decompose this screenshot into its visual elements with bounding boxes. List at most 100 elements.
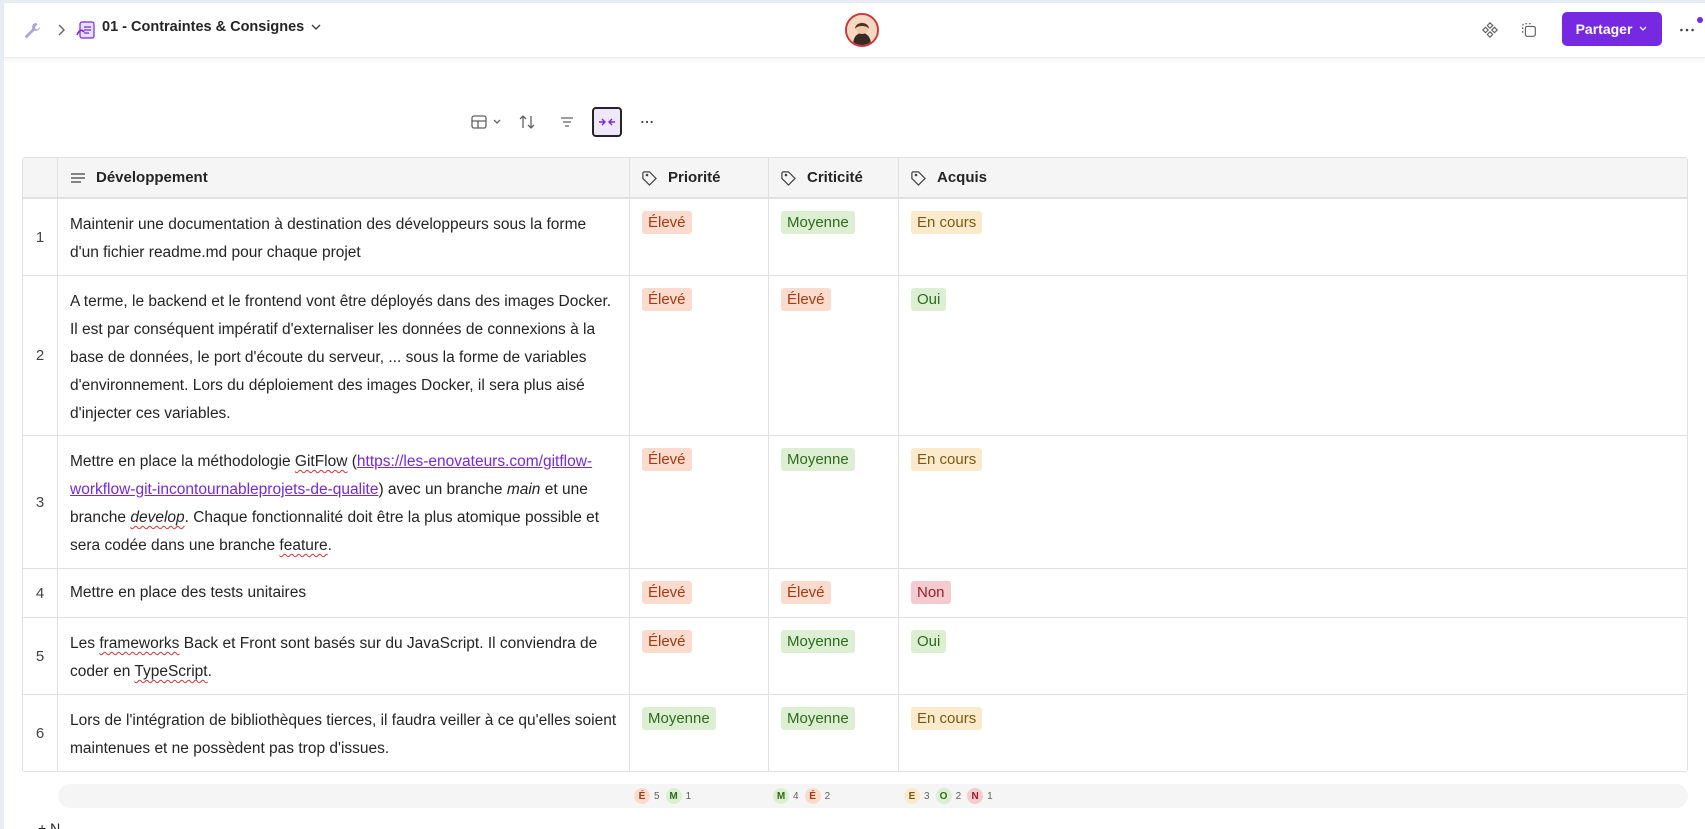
priority-tag: Élevé [642, 448, 692, 471]
criticality-tag: Élevé [781, 288, 831, 311]
summary-item: É 2 [804, 788, 831, 804]
table-row[interactable]: 3 Mettre en place la méthodologie GitFlo… [23, 436, 1687, 569]
chevron-down-icon [1639, 26, 1647, 31]
priority-cell[interactable]: Élevé [630, 569, 769, 617]
priority-tag: Moyenne [642, 707, 716, 730]
table-row[interactable]: 5 Les frameworks Back et Front sont basé… [23, 618, 1687, 695]
page-title-dropdown[interactable]: 01 - Contraintes & Consignes [102, 19, 322, 35]
priority-cell[interactable]: Élevé [630, 276, 769, 435]
chevron-down-icon [311, 24, 321, 30]
compact-rows-button[interactable] [592, 107, 622, 137]
add-row-label: + N [38, 820, 61, 829]
table-more-button[interactable] [632, 107, 662, 137]
row-index: 4 [23, 569, 58, 617]
spell-flagged-word: GitFlow [294, 453, 348, 470]
top-header: 01 - Contraintes & Consignes Partager [4, 3, 1705, 58]
cell-text: A terme, le backend et le frontend vont … [70, 293, 612, 422]
priority-cell[interactable]: Moyenne [630, 695, 769, 771]
acquired-cell[interactable]: En cours [899, 199, 1687, 275]
summary-count: 1 [685, 790, 692, 802]
summary-item: M 1 [665, 788, 692, 804]
acquired-summary: E 3 O 2 N 1 [904, 788, 993, 804]
copy-icon[interactable] [1516, 17, 1542, 43]
summary-item: E 3 [904, 788, 930, 804]
summary-badge: É [634, 788, 650, 804]
column-header-development[interactable]: Développement [58, 158, 630, 197]
share-button[interactable]: Partager [1562, 12, 1662, 46]
filter-icon [561, 117, 573, 127]
acquired-tag: Non [911, 581, 951, 604]
column-header-priority[interactable]: Priorité [630, 158, 769, 197]
column-header-criticality[interactable]: Criticité [769, 158, 899, 197]
development-cell[interactable]: A terme, le backend et le frontend vont … [58, 276, 630, 435]
acquired-cell[interactable]: En cours [899, 695, 1687, 771]
summary-badge: M [773, 788, 789, 804]
wrench-icon[interactable] [22, 20, 44, 42]
acquired-cell[interactable]: Oui [899, 276, 1687, 435]
avatar[interactable] [845, 13, 879, 47]
tag-icon [781, 170, 796, 186]
summary-item: N 1 [967, 788, 993, 804]
apps-icon[interactable] [1477, 17, 1503, 43]
window-frame-left [0, 0, 4, 829]
table-row[interactable]: 6 Lors de l'intégration de bibliothèques… [23, 695, 1687, 771]
criticality-cell[interactable]: Élevé [769, 276, 899, 435]
criticality-cell[interactable]: Moyenne [769, 695, 899, 771]
row-index: 6 [23, 695, 58, 771]
priority-cell[interactable]: Élevé [630, 199, 769, 275]
more-icon[interactable] [1674, 17, 1700, 43]
development-cell[interactable]: Les frameworks Back et Front sont basés … [58, 618, 630, 694]
development-cell[interactable]: Lors de l'intégration de bibliothèques t… [58, 695, 630, 771]
view-layout-button[interactable] [470, 107, 502, 137]
filter-button[interactable] [552, 107, 582, 137]
collapse-icon [599, 118, 615, 126]
summary-item: O 2 [935, 788, 961, 804]
priority-cell[interactable]: Élevé [630, 436, 769, 568]
sort-icon [519, 115, 535, 129]
row-index: 5 [23, 618, 58, 694]
breadcrumb-chevron-icon [55, 23, 67, 37]
table-row[interactable]: 2 A terme, le backend et le frontend von… [23, 276, 1687, 436]
criticality-cell[interactable]: Moyenne [769, 199, 899, 275]
header-index-cell [23, 158, 58, 197]
column-header-label: Développement [96, 169, 208, 186]
page-title: 01 - Contraintes & Consignes [102, 19, 305, 35]
priority-cell[interactable]: Élevé [630, 618, 769, 694]
development-cell[interactable]: Mettre en place la méthodologie GitFlow … [58, 436, 630, 568]
cell-text: Mettre en place des tests unitaires [70, 584, 307, 601]
acquired-tag: En cours [911, 707, 983, 730]
cell-text: Maintenir une documentation à destinatio… [70, 216, 587, 261]
column-header-label: Priorité [668, 169, 721, 186]
cell-text: Lors de l'intégration de bibliothèques t… [70, 712, 617, 757]
development-cell[interactable]: Mettre en place des tests unitaires [58, 569, 630, 617]
table-row[interactable]: 4 Mettre en place des tests unitaires Él… [23, 569, 1687, 618]
table-row[interactable]: 1 Maintenir une documentation à destinat… [23, 199, 1687, 276]
summary-count: 2 [824, 790, 831, 802]
acquired-cell[interactable]: Oui [899, 618, 1687, 694]
cell-text: ) avec un branche [378, 481, 507, 498]
add-row-button[interactable]: + N [38, 820, 60, 829]
summary-item: M 4 [773, 788, 799, 804]
summary-badge: É [804, 788, 821, 804]
cell-text: ( [347, 453, 357, 470]
more-icon [641, 120, 653, 124]
cell-text: . [327, 537, 332, 554]
column-header-acquired[interactable]: Acquis [899, 158, 1687, 197]
notification-dot [1697, 17, 1703, 23]
priority-tag: Élevé [642, 581, 692, 604]
criticality-cell[interactable]: Élevé [769, 569, 899, 617]
table-header-row: Développement Priorité Criticité Acquis [23, 158, 1687, 199]
acquired-cell[interactable]: Non [899, 569, 1687, 617]
summary-badge: E [904, 788, 920, 804]
development-cell[interactable]: Maintenir une documentation à destinatio… [58, 199, 630, 275]
grid-view-icon [471, 115, 487, 129]
criticality-tag: Moyenne [781, 707, 855, 730]
criticality-cell[interactable]: Moyenne [769, 436, 899, 568]
acquired-tag: Oui [911, 630, 947, 653]
priority-tag: Élevé [642, 211, 692, 234]
chevron-down-icon [493, 119, 501, 124]
criticality-cell[interactable]: Moyenne [769, 618, 899, 694]
acquired-cell[interactable]: En cours [899, 436, 1687, 568]
tag-icon [642, 170, 657, 186]
sort-button[interactable] [512, 107, 542, 137]
